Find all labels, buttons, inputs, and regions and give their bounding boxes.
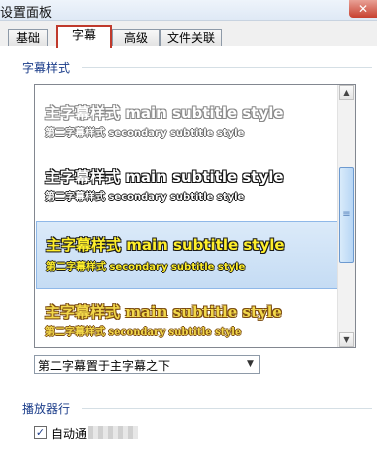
scroll-up-button[interactable]: ▲ bbox=[339, 85, 354, 100]
subtitle-style-group-title: 字幕样式 bbox=[22, 61, 71, 75]
style-option-4[interactable]: 主字幕样式 main subtitle style 第二字幕样式 seconda… bbox=[36, 297, 336, 347]
tab-advanced[interactable]: 高级 bbox=[112, 29, 160, 46]
style-option-2[interactable]: 主字幕样式 main subtitle style 第二字幕样式 seconda… bbox=[36, 163, 336, 213]
chevron-down-icon[interactable]: ▼ bbox=[242, 356, 259, 373]
style-option-3-selected[interactable]: 主字幕样式 main subtitle style 第二字幕样式 seconda… bbox=[36, 221, 338, 289]
group-divider bbox=[82, 67, 372, 68]
main-subtitle-sample: 主字幕样式 main subtitle style bbox=[45, 104, 284, 122]
subtitle-style-list[interactable]: 主字幕样式 main subtitle style 第二字幕样式 seconda… bbox=[34, 84, 356, 348]
select-value: 第二字幕置于主字幕之下 bbox=[38, 359, 171, 373]
auto-checkbox[interactable]: ✓ bbox=[34, 426, 47, 439]
main-subtitle-sample: 主字幕样式 main subtitle style bbox=[45, 303, 282, 321]
scroll-down-button[interactable]: ▼ bbox=[339, 332, 354, 347]
player-group-title: 播放器行 bbox=[22, 402, 71, 416]
auto-checkbox-label: 自动通 bbox=[51, 427, 88, 441]
secondary-subtitle-sample: 第二字幕样式 secondary subtitle style bbox=[45, 327, 242, 338]
tab-basic[interactable]: 基础 bbox=[8, 29, 48, 46]
secondary-subtitle-sample: 第二字幕样式 secondary subtitle style bbox=[45, 192, 245, 203]
vertical-scrollbar[interactable]: ▲ ≡ ▼ bbox=[337, 85, 355, 347]
style-option-1[interactable]: 主字幕样式 main subtitle style 第二字幕样式 seconda… bbox=[36, 99, 336, 149]
main-subtitle-sample: 主字幕样式 main subtitle style bbox=[46, 236, 285, 254]
main-subtitle-sample: 主字幕样式 main subtitle style bbox=[45, 168, 284, 186]
close-button[interactable]: ✕ bbox=[349, 0, 377, 18]
secondary-subtitle-sample: 第二字幕样式 secondary subtitle style bbox=[46, 262, 246, 273]
tab-file-association[interactable]: 文件关联 bbox=[160, 29, 222, 46]
secondary-position-select[interactable]: 第二字幕置于主字幕之下 ▼ bbox=[34, 355, 260, 374]
secondary-subtitle-sample: 第二字幕样式 secondary subtitle style bbox=[45, 128, 245, 139]
title-bar: 设置面板 ✕ bbox=[0, 0, 377, 21]
tab-subtitles[interactable]: 字幕 bbox=[56, 25, 112, 48]
tab-bar: 基础 字幕 高级 文件关联 bbox=[0, 25, 377, 48]
group-divider bbox=[82, 408, 372, 409]
window-title: 设置面板 bbox=[0, 6, 53, 21]
redacted-text bbox=[88, 426, 138, 439]
scroll-thumb[interactable]: ≡ bbox=[339, 167, 354, 263]
